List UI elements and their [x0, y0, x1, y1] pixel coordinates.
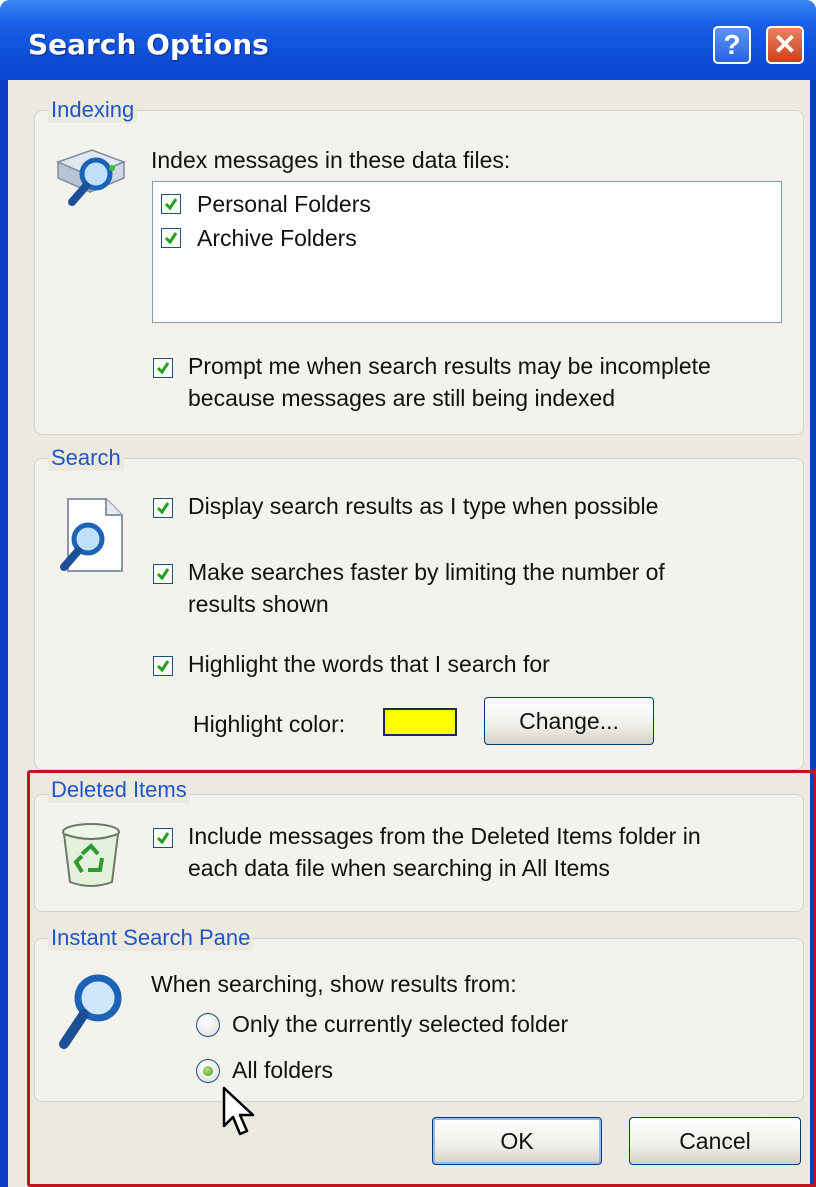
change-color-button[interactable]: Change... — [484, 697, 654, 745]
highlight-color-swatch — [383, 708, 457, 736]
index-list-label: Index messages in these data files: — [151, 147, 511, 173]
current-folder-radio[interactable] — [196, 1013, 220, 1037]
help-button[interactable]: ? — [713, 26, 751, 64]
all-folders-radio[interactable] — [196, 1059, 220, 1083]
ok-button-label: OK — [500, 1128, 534, 1154]
search-group-label: Search — [48, 445, 124, 471]
instant-search-pane-group-label: Instant Search Pane — [48, 925, 254, 951]
display-as-type-checkbox[interactable] — [153, 498, 173, 518]
document-search-icon — [54, 495, 128, 579]
radio-selected-dot — [203, 1066, 213, 1076]
radio-option-all-folders[interactable]: All folders — [196, 1054, 656, 1088]
show-results-prompt: When searching, show results from: — [151, 971, 517, 997]
close-button[interactable]: ✕ — [766, 26, 804, 64]
search-options-dialog: Search Options ? ✕ Indexing Index messag… — [0, 0, 816, 1187]
help-icon: ? — [723, 29, 741, 60]
index-magnifier-icon — [52, 140, 132, 224]
cancel-button[interactable]: Cancel — [629, 1117, 801, 1165]
all-folders-label: All folders — [232, 1057, 333, 1083]
limit-results-checkbox[interactable] — [153, 564, 173, 584]
current-folder-label: Only the currently selected folder — [232, 1011, 569, 1037]
limit-results-label-line1: Make searches faster by limiting the num… — [188, 559, 665, 585]
highlight-words-checkbox[interactable] — [153, 656, 173, 676]
radio-option-current-folder[interactable]: Only the currently selected folder — [196, 1008, 656, 1042]
change-color-button-label: Change... — [519, 708, 619, 734]
archive-folders-label: Archive Folders — [197, 225, 357, 251]
data-file-item-archive-folders[interactable]: Archive Folders — [161, 222, 561, 254]
display-as-type-label: Display search results as I type when po… — [188, 493, 659, 519]
include-deleted-label-line2: each data file when searching in All Ite… — [188, 855, 610, 881]
ok-button[interactable]: OK — [432, 1117, 602, 1165]
limit-results-label-line2: results shown — [188, 591, 329, 617]
archive-folders-checkbox[interactable] — [161, 228, 181, 248]
personal-folders-checkbox[interactable] — [161, 194, 181, 214]
deleted-items-group-label: Deleted Items — [48, 777, 190, 803]
close-icon: ✕ — [773, 29, 797, 60]
prompt-incomplete-label-line1: Prompt me when search results may be inc… — [188, 353, 711, 379]
highlight-color-label: Highlight color: — [193, 711, 346, 737]
include-deleted-label-line1: Include messages from the Deleted Items … — [188, 823, 701, 849]
indexing-group-label: Indexing — [48, 97, 138, 123]
include-deleted-checkbox[interactable] — [153, 828, 173, 848]
cancel-button-label: Cancel — [679, 1128, 751, 1154]
recycle-bin-icon — [58, 820, 124, 894]
mouse-cursor-icon — [220, 1086, 260, 1142]
title-bar[interactable]: Search Options ? ✕ — [0, 0, 816, 80]
data-file-item-personal-folders[interactable]: Personal Folders — [161, 188, 561, 220]
personal-folders-label: Personal Folders — [197, 191, 371, 217]
dialog-body: Indexing Index messages in these data fi… — [8, 80, 810, 1187]
prompt-incomplete-label-line2: because messages are still being indexed — [188, 385, 616, 411]
magnifier-icon — [54, 968, 130, 1062]
highlight-words-label: Highlight the words that I search for — [188, 651, 550, 677]
data-files-list[interactable]: Personal Folders Archive Folders — [152, 181, 782, 323]
dialog-title: Search Options — [28, 28, 269, 61]
prompt-incomplete-checkbox[interactable] — [153, 358, 173, 378]
